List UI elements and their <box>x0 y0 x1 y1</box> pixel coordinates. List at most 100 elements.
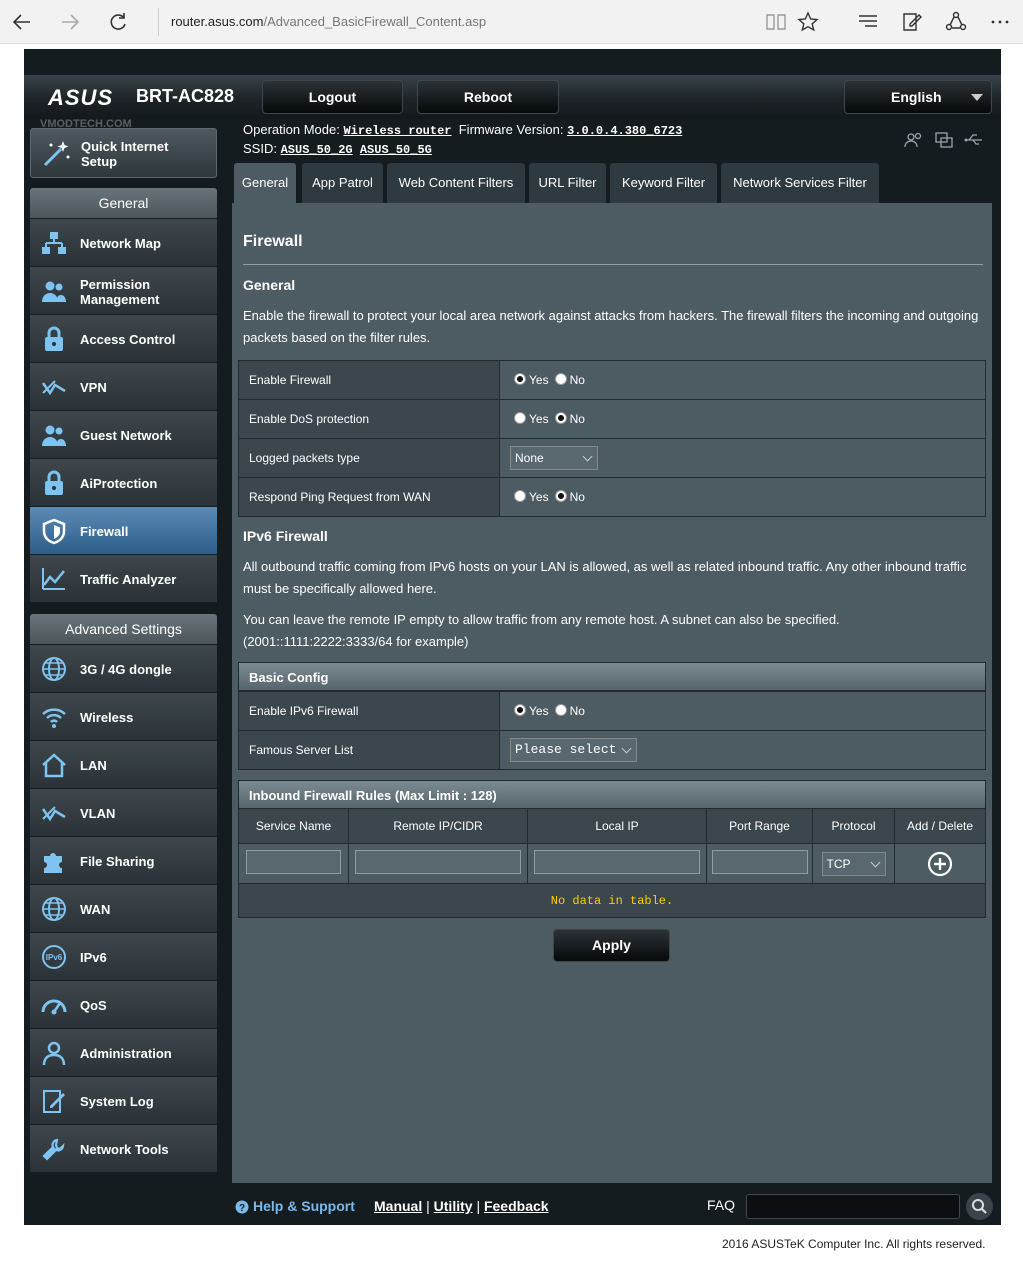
sidebar-item-label: Administration <box>80 1046 172 1061</box>
favorite-star-icon[interactable] <box>796 10 820 34</box>
clients-icon[interactable] <box>904 131 924 149</box>
sidebar-item-traffic-analyzer[interactable]: Traffic Analyzer <box>30 555 217 603</box>
sidebar-item-aiprotection[interactable]: AiProtection <box>30 459 217 507</box>
add-rule-icon[interactable] <box>927 851 953 877</box>
ping-no-radio[interactable] <box>554 490 567 502</box>
manual-link[interactable]: Manual <box>374 1198 422 1214</box>
sidebar-item-label: Permission Management <box>80 277 160 307</box>
sidebar-item-label: Network Map <box>80 236 161 251</box>
ipv6-remote-note: You can leave the remote IP empty to all… <box>243 612 840 649</box>
remote-ip-input[interactable] <box>355 850 521 874</box>
guest-network-icon <box>40 421 68 449</box>
quick-internet-setup-button[interactable]: Quick Internet Setup <box>30 128 217 178</box>
chevron-down-icon <box>582 451 593 462</box>
chevron-down-icon <box>621 743 632 754</box>
usb-icon[interactable] <box>964 131 984 149</box>
table-row: Enable DoS protection Yes No <box>238 399 986 439</box>
dos-yes-radio[interactable] <box>514 412 526 424</box>
sidebar-item-vlan[interactable]: VLAN <box>30 789 217 837</box>
enable-firewall-yes-radio[interactable] <box>514 373 526 385</box>
inbound-rules-table: Service Name Remote IP/CIDR Local IP Por… <box>238 808 986 884</box>
famous-server-select[interactable]: Please select <box>510 738 637 762</box>
system-log-icon <box>40 1087 68 1115</box>
sidebar-item-guest-network[interactable]: Guest Network <box>30 411 217 459</box>
reading-view-icon[interactable] <box>764 10 788 34</box>
apply-button[interactable]: Apply <box>553 929 670 962</box>
sidebar-item-file-sharing[interactable]: File Sharing <box>30 837 217 885</box>
col-service-name: Service Name <box>238 808 349 844</box>
language-select[interactable]: English <box>844 80 992 114</box>
reboot-button[interactable]: Reboot <box>417 80 559 114</box>
help-support-link[interactable]: Help & Support <box>253 1198 355 1214</box>
ipv6-yes-radio[interactable] <box>514 704 526 716</box>
faq-search-input[interactable] <box>746 1194 960 1219</box>
asus-logo: ASUS <box>48 85 114 110</box>
tab-network-services-filter[interactable]: Network Services Filter <box>721 163 879 203</box>
protocol-select[interactable]: TCP <box>821 851 886 876</box>
home-icon <box>40 751 68 779</box>
ipv6-no-radio[interactable] <box>554 704 567 716</box>
firmware-link[interactable]: 3.0.0.4.380_6723 <box>567 124 682 138</box>
local-ip-input[interactable] <box>534 850 700 874</box>
lock-icon <box>40 469 68 497</box>
tab-app-patrol[interactable]: App Patrol <box>302 163 383 203</box>
network-status-icon[interactable] <box>934 131 954 149</box>
sidebar-item-firewall[interactable]: Firewall <box>30 507 217 555</box>
model-name: BRT-AC828 <box>136 86 235 106</box>
ping-yes-radio[interactable] <box>514 490 526 502</box>
search-button[interactable] <box>966 1193 993 1220</box>
forward-icon[interactable] <box>58 10 82 34</box>
sidebar-item-access-control[interactable]: Access Control <box>30 315 217 363</box>
sidebar-item-permission-management[interactable]: Permission Management <box>30 267 217 315</box>
col-protocol: Protocol <box>812 808 895 844</box>
table-row: Logged packets type None <box>238 438 986 478</box>
enable-ipv6-firewall-label: Enable IPv6 Firewall <box>238 691 500 731</box>
ssid-5g-link[interactable]: ASUS_50_5G <box>360 143 432 157</box>
famous-server-label: Famous Server List <box>238 730 500 770</box>
logged-packets-select[interactable]: None <box>510 446 598 470</box>
sidebar-item-3g-4g-dongle[interactable]: 3G / 4G dongle <box>30 645 217 693</box>
hub-icon[interactable] <box>856 10 880 34</box>
sidebar-item-label: Traffic Analyzer <box>80 572 177 587</box>
refresh-icon[interactable] <box>106 10 130 34</box>
general-heading: General <box>243 277 296 293</box>
utility-link[interactable]: Utility <box>434 1198 473 1214</box>
tab-url-filter[interactable]: URL Filter <box>529 163 606 203</box>
sidebar-item-label: 3G / 4G dongle <box>80 662 172 677</box>
puzzle-icon <box>40 847 68 875</box>
operation-mode: Operation Mode: Wireless router Firmware… <box>243 122 683 138</box>
sidebar-item-qos[interactable]: QoS <box>30 981 217 1029</box>
sidebar-item-vpn[interactable]: VPN <box>30 363 217 411</box>
general-section-header: General <box>30 188 217 218</box>
service-name-input[interactable] <box>246 850 341 874</box>
share-icon[interactable] <box>944 10 968 34</box>
sidebar-item-system-log[interactable]: System Log <box>30 1077 217 1125</box>
sidebar-item-label: IPv6 <box>80 950 107 965</box>
back-icon[interactable] <box>10 10 34 34</box>
ssid-2g-link[interactable]: ASUS_50_2G <box>281 143 353 157</box>
network-tools-icon <box>40 1135 68 1163</box>
chevron-down-icon <box>870 857 880 867</box>
web-note-icon[interactable] <box>900 10 924 34</box>
sidebar-item-label: VPN <box>80 380 107 395</box>
sidebar-item-wan[interactable]: WAN <box>30 885 217 933</box>
port-range-input[interactable] <box>711 850 808 874</box>
more-icon[interactable] <box>988 10 1012 34</box>
logout-button[interactable]: Logout <box>262 80 403 114</box>
sidebar-item-ipv6[interactable]: IPv6 IPv6 <box>30 933 217 981</box>
sidebar-item-network-tools[interactable]: Network Tools <box>30 1125 217 1173</box>
operation-mode-link[interactable]: Wireless router <box>343 124 451 138</box>
enable-firewall-no-radio[interactable] <box>554 373 567 385</box>
svg-text:?: ? <box>239 1203 245 1214</box>
tab-keyword-filter[interactable]: Keyword Filter <box>610 163 717 203</box>
address-bar[interactable]: router.asus.com/Advanced_BasicFirewall_C… <box>158 8 758 36</box>
sidebar-item-network-map[interactable]: Network Map <box>30 219 217 267</box>
dos-no-radio[interactable] <box>554 412 567 424</box>
sidebar-item-lan[interactable]: LAN <box>30 741 217 789</box>
sidebar-item-label: Network Tools <box>80 1142 169 1157</box>
sidebar-item-wireless[interactable]: Wireless <box>30 693 217 741</box>
feedback-link[interactable]: Feedback <box>484 1198 549 1214</box>
tab-general[interactable]: General <box>234 163 296 203</box>
tab-web-content-filters[interactable]: Web Content Filters <box>387 163 525 203</box>
sidebar-item-administration[interactable]: Administration <box>30 1029 217 1077</box>
